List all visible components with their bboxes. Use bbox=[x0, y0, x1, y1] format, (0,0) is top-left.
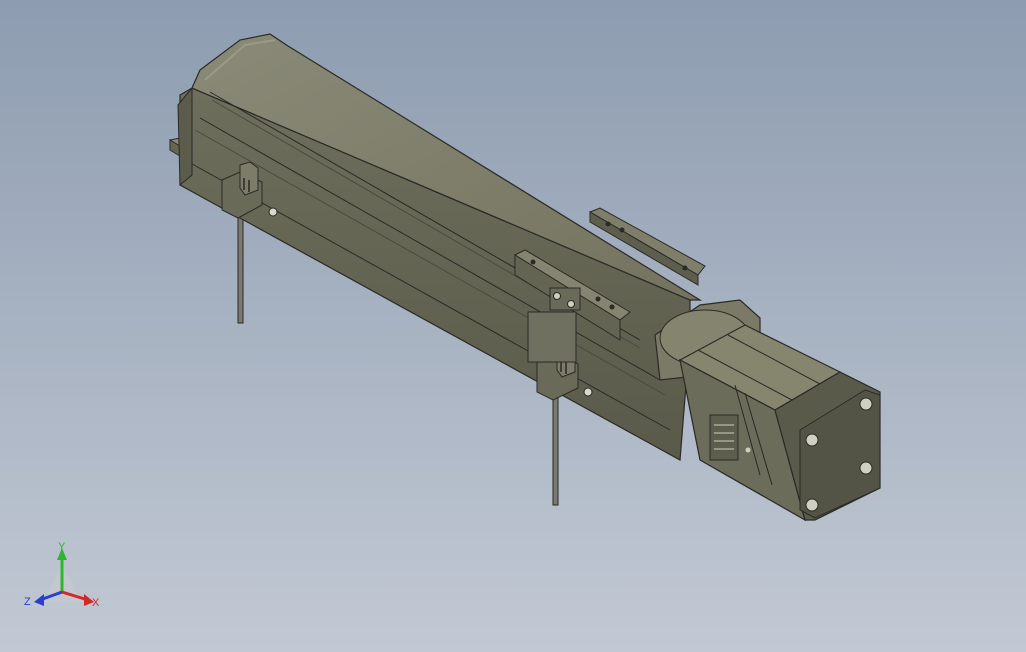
stepper-motor bbox=[678, 324, 881, 522]
x-axis-label: X bbox=[92, 597, 100, 609]
linear-actuator-model[interactable] bbox=[0, 0, 1026, 652]
actuator-body bbox=[177, 33, 703, 461]
graphics-viewport[interactable]: Y X Z bbox=[0, 0, 1026, 652]
orientation-triad: Y X Z bbox=[24, 541, 100, 609]
sensor-rod-left bbox=[237, 214, 244, 324]
z-axis-arrow bbox=[34, 594, 44, 606]
z-axis-label: Z bbox=[24, 596, 31, 608]
y-axis-label: Y bbox=[58, 541, 66, 553]
sensor-rod-right bbox=[552, 394, 559, 506]
